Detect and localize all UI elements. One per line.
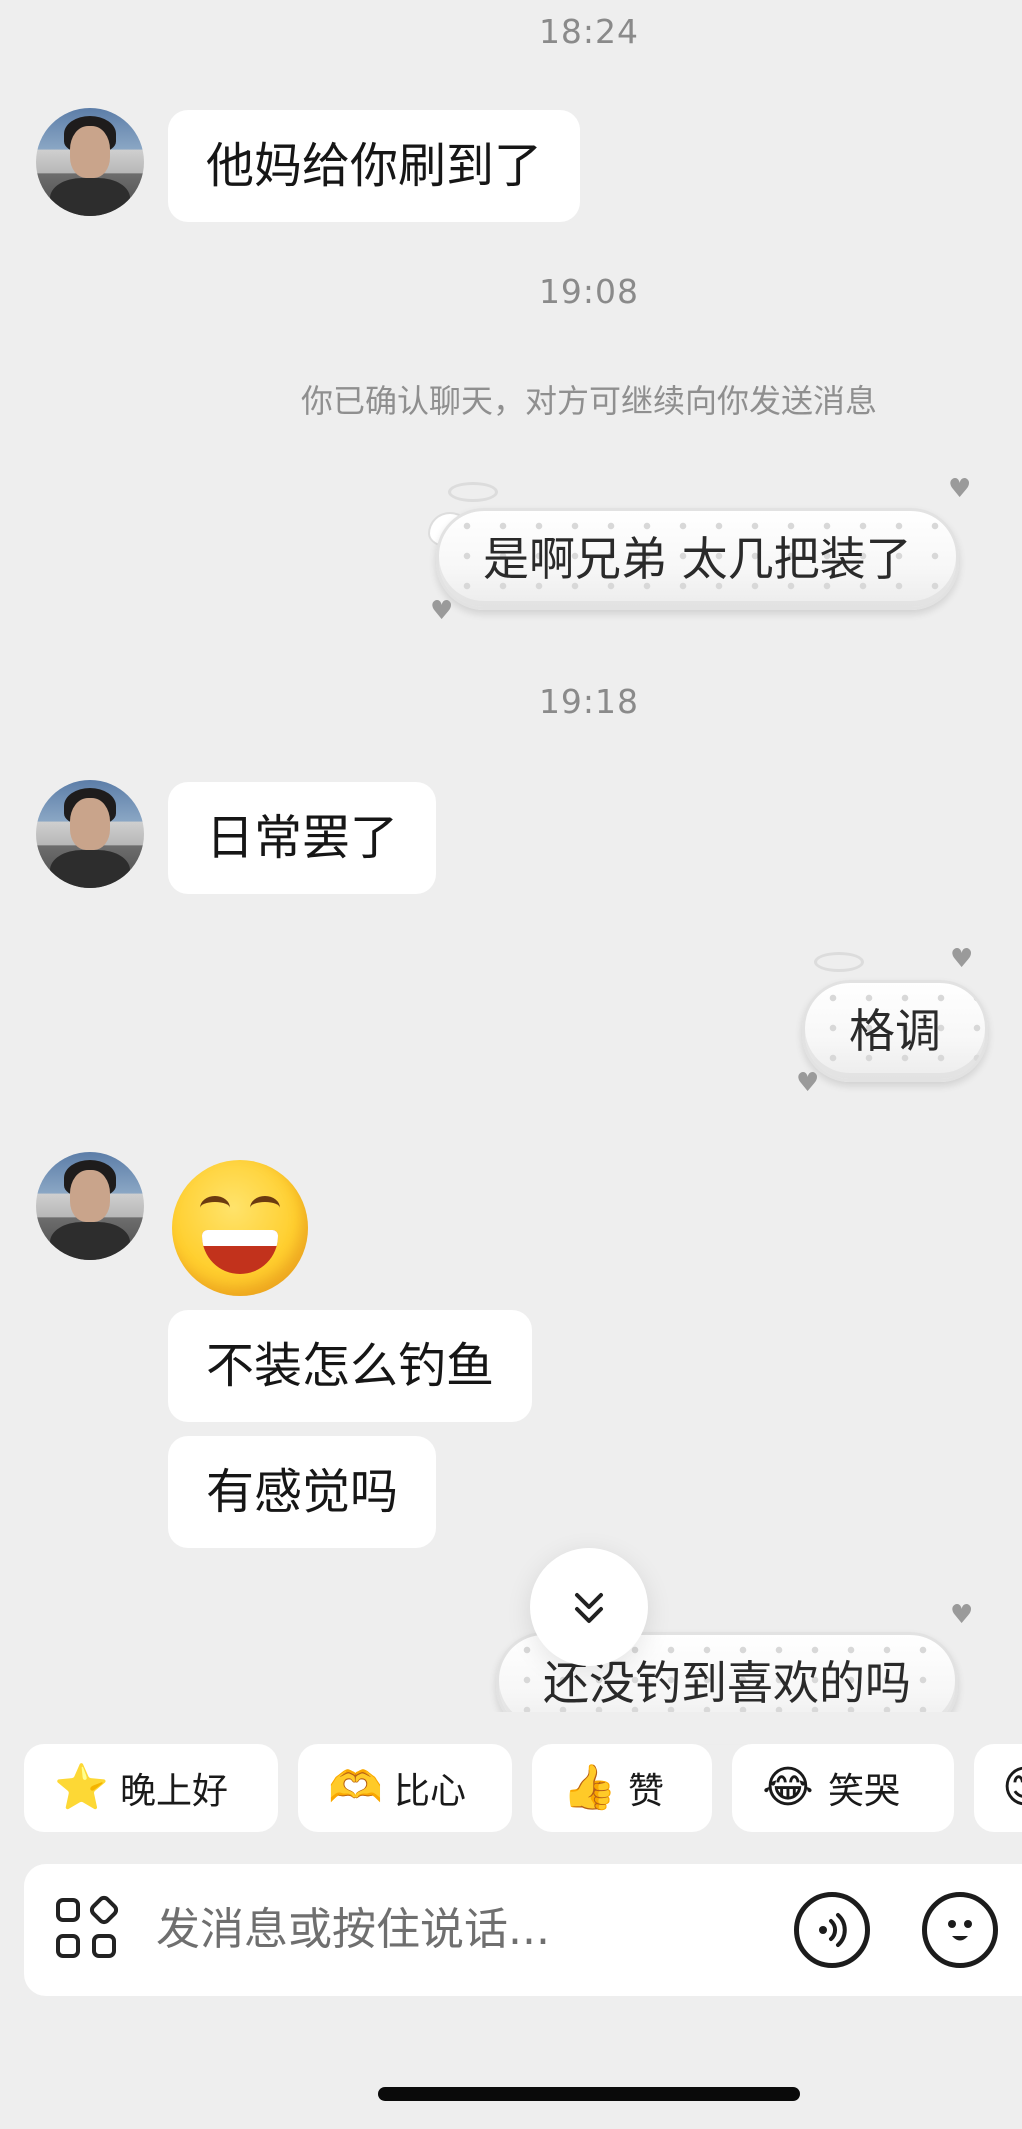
sent-message-bubble[interactable]: 格调 (802, 980, 988, 1082)
quick-reply-good-evening[interactable]: ⭐ 晚上好 (24, 1744, 278, 1832)
avatar-face (70, 1170, 110, 1222)
avatar-face (70, 126, 110, 178)
quick-reply-label: 比心 (394, 1771, 467, 1812)
avatar[interactable] (36, 108, 144, 216)
star-icon: ⭐ (54, 1762, 109, 1813)
scroll-to-bottom-button[interactable] (530, 1548, 648, 1666)
emoji-eye (250, 1196, 280, 1220)
system-notice: 你已确认聊天，对方可继续向你发送消息 (300, 382, 877, 420)
avatar[interactable] (36, 1152, 144, 1260)
avatar[interactable] (36, 780, 144, 888)
emoji-mouth (202, 1230, 278, 1274)
heart-decoration: ♥ (948, 474, 972, 504)
emoji-teeth (202, 1230, 278, 1246)
timestamp: 18:24 (538, 12, 640, 51)
sent-message-bubble[interactable]: 是啊兄弟 太几把装了 (436, 508, 959, 610)
timestamp: 19:08 (538, 272, 640, 311)
heart-decoration: ♥ (430, 596, 454, 626)
avatar-face (70, 798, 110, 850)
apps-grid-icon[interactable] (56, 1893, 122, 1964)
heart-decoration: ♥ (950, 944, 974, 974)
received-message-bubble[interactable]: 他妈给你刷到了 (168, 110, 581, 222)
message-input[interactable]: 发消息或按住说话... (156, 1864, 550, 1996)
received-message-bubble[interactable]: 日常罢了 (168, 782, 437, 894)
heart-decoration: ♥ (950, 1600, 974, 1630)
timestamp: 19:18 (538, 682, 640, 721)
message-input-bar[interactable]: 发消息或按住说话... (24, 1864, 1022, 1996)
thumbs-up-icon: 👍 (562, 1762, 617, 1813)
quick-reply-label: 赞 (628, 1771, 665, 1812)
quick-reply-bar: ⭐ 晚上好 🫶 比心 👍 赞 😂 笑哭 😊 (0, 1744, 1022, 1834)
quick-reply-more[interactable]: 😊 (974, 1744, 1022, 1832)
laugh-cry-icon: 😂 (762, 1762, 814, 1813)
avatar-body (50, 1222, 130, 1260)
emoji-face-icon[interactable] (922, 1892, 998, 1968)
received-message-bubble[interactable]: 有感觉吗 (168, 1436, 437, 1548)
double-chevron-down-icon (575, 1593, 603, 1623)
quick-reply-laugh-cry[interactable]: 😂 笑哭 (732, 1744, 954, 1832)
home-indicator[interactable] (378, 2087, 800, 2101)
heart-hands-icon: 🫶 (328, 1762, 383, 1813)
received-message-bubble[interactable]: 不装怎么钓鱼 (168, 1310, 533, 1422)
clip-mask (0, 1712, 1022, 1744)
grinning-face-icon[interactable] (172, 1160, 308, 1296)
voice-icon[interactable] (794, 1892, 870, 1968)
emoji-icon: 😊 (1002, 1762, 1022, 1814)
halo-decoration (814, 952, 864, 972)
quick-reply-label: 晚上好 (120, 1771, 229, 1812)
heart-decoration: ♥ (796, 1068, 820, 1098)
emoji-eye (200, 1196, 230, 1220)
avatar-body (50, 850, 130, 888)
quick-reply-like[interactable]: 👍 赞 (532, 1744, 712, 1832)
quick-reply-heart[interactable]: 🫶 比心 (298, 1744, 512, 1832)
avatar-body (50, 178, 130, 216)
halo-decoration (448, 482, 498, 502)
quick-reply-label: 笑哭 (828, 1771, 901, 1812)
